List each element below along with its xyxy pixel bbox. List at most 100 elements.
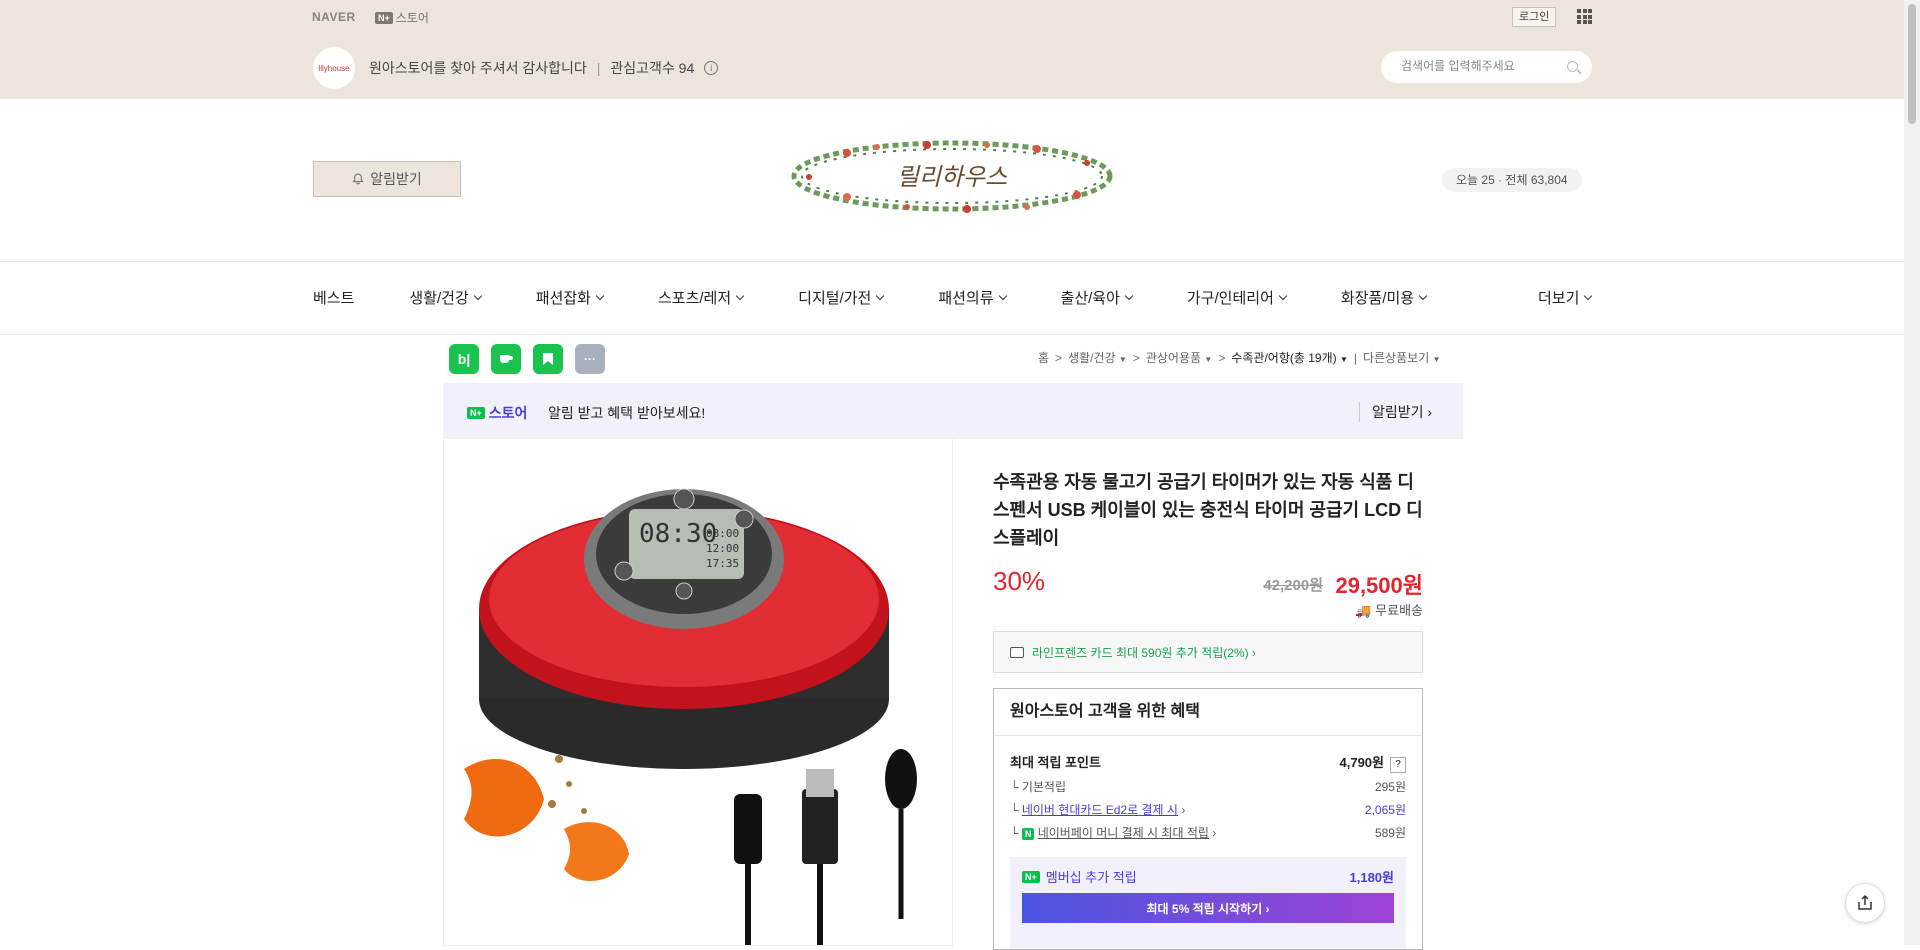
alarm-promo-banner: N+ 스토어 알림 받고 혜택 받아보세요! 알림받기 › [443, 383, 1463, 439]
card-points-link[interactable]: 네이버 현대카드 Ed2로 결제 시 [1022, 803, 1178, 817]
nav-divider [0, 334, 1904, 335]
store-avatar[interactable]: lilyhouse [313, 47, 355, 89]
login-button[interactable]: 로그인 [1512, 7, 1557, 27]
product-title: 수족관용 자동 물고기 공급기 타이머가 있는 자동 식품 디스펜서 USB 케… [993, 472, 1423, 548]
share-buttons: b| ··· [449, 344, 605, 374]
chevron-down-icon [1124, 291, 1134, 300]
store-avatar-text: lilyhouse [318, 63, 350, 73]
breadcrumb: 홈 > 생활/건강 ▼ > 관상어용품 ▼ > 수족관/어항(총 19개) ▼ | 다… [1038, 349, 1441, 366]
other-products-link[interactable]: 다른상품보기 ▼ [1363, 349, 1441, 366]
membership-value: 1,180원 [1349, 870, 1395, 885]
nav-item-sports[interactable]: 스포츠/레저 [658, 287, 745, 308]
naver-logo[interactable]: NAVER [312, 10, 356, 24]
chevron-down-icon [735, 291, 745, 300]
welcome-separator: | [596, 60, 601, 76]
store-logo-text: 릴리하우스 [897, 163, 1008, 191]
membership-start-button[interactable]: 최대 5% 적립 시작하기 › [1022, 893, 1394, 923]
promo-alarm-link[interactable]: 알림받기 › [1359, 402, 1432, 422]
app-grid-icon[interactable] [1577, 9, 1592, 24]
blog-share-button[interactable]: b| [449, 344, 479, 374]
more-share-button[interactable]: ··· [575, 344, 605, 374]
nav-item-beauty[interactable]: 화장품/미용 [1341, 287, 1428, 308]
bookmark-share-icon[interactable] [533, 344, 563, 374]
naver-top-bar: NAVER N+ 스토어 로그인 [0, 0, 1904, 33]
store-welcome: 원아스토어를 찾아 주셔서 감사합니다 | 관심고객수 94 i [369, 58, 719, 78]
store-header-band [0, 33, 1904, 99]
max-points-label: 최대 적립 포인트 [1010, 755, 1101, 770]
card-benefit-link[interactable]: 라인프렌즈 카드 최대 590원 추가 적립(2%) › [993, 631, 1423, 673]
nav-item-furniture[interactable]: 가구/인테리어 [1187, 287, 1288, 308]
nav-item-best[interactable]: 베스트 [313, 287, 354, 308]
nplus-store-logo[interactable]: N+ 스토어 [375, 9, 429, 26]
sale-price: 29,500원 [1335, 573, 1423, 598]
breadcrumb-category-1[interactable]: 생활/건강 ▼ [1068, 349, 1127, 366]
product-detail: 수족관용 자동 물고기 공급기 타이머가 있는 자동 식품 디스펜서 USB 케… [993, 468, 1423, 950]
chevron-down-icon [1584, 291, 1593, 300]
scrollbar-thumb[interactable] [1908, 4, 1916, 124]
npay-points-link[interactable]: 네이버페이 머니 결제 시 최대 적립 [1038, 826, 1209, 840]
card-points-row: └ 네이버 현대카드 Ed2로 결제 시 › 2,065원 [1010, 803, 1406, 817]
npay-icon: N [1021, 828, 1035, 840]
price-row: 30% 42,200원 29,500원 [993, 566, 1423, 606]
store-logo[interactable]: 릴리하우스 [787, 133, 1117, 219]
header-divider [0, 261, 1904, 262]
npay-points-value: 589원 [1374, 826, 1406, 840]
product-image[interactable]: 08:30 08:00 12:00 17:35 [443, 439, 953, 946]
credit-card-icon [1010, 646, 1024, 658]
nav-item-baby[interactable]: 출산/육아 [1061, 287, 1134, 308]
max-points-row: 최대 적립 포인트 4,790원? [1010, 752, 1406, 773]
basic-points-row: └ 기본적립 295원 [1010, 780, 1406, 794]
nav-item-clothing[interactable]: 패션의류 [938, 287, 1007, 308]
benefits-title: 원아스토어 고객을 위한 혜택 [994, 689, 1422, 736]
search-icon[interactable] [1567, 61, 1578, 72]
bell-icon [352, 173, 364, 185]
cafe-share-icon[interactable] [491, 344, 521, 374]
alarm-label: 알림받기 [370, 171, 422, 187]
card-points-value: 2,065원 [1364, 803, 1406, 817]
discount-rate: 30% [993, 566, 1046, 596]
nav-item-living-health[interactable]: 생활/건강 [409, 287, 483, 308]
max-points-value: 4,790원 [1339, 755, 1385, 770]
nplus-mark: N+ [375, 11, 393, 24]
breadcrumb-category-2[interactable]: 관상어용품 ▼ [1146, 349, 1212, 366]
chevron-down-icon [473, 291, 483, 300]
lcd-time-3: 12:00 [706, 542, 739, 555]
store-label: 스토어 [395, 11, 429, 25]
nplus-mark: N+ [467, 407, 485, 419]
membership-box: N+ 멤버십 추가 적립 1,180원 최대 5% 적립 시작하기 › [1010, 857, 1406, 949]
chevron-down-icon [595, 291, 605, 300]
basic-points-value: 295원 [1374, 780, 1406, 794]
info-icon[interactable]: i [704, 61, 719, 75]
membership-label: N+ 멤버십 추가 적립 [1022, 867, 1137, 886]
npay-points-row: └ N 네이버페이 머니 결제 시 최대 적립 › 589원 [1010, 826, 1406, 840]
alarm-button[interactable]: 알림받기 [313, 161, 461, 197]
scrollbar[interactable] [1904, 0, 1920, 945]
nav-more[interactable]: 더보기 [1538, 287, 1593, 308]
follower-count: 관심고객수 94 [610, 60, 695, 76]
original-price: 42,200원 [1263, 577, 1323, 594]
nplus-mark: N+ [1022, 870, 1040, 883]
breadcrumb-category-3[interactable]: 수족관/어항(총 19개) ▼ [1231, 349, 1348, 366]
promo-store-label: 스토어 [488, 405, 528, 421]
store-search[interactable] [1381, 51, 1592, 83]
nplus-store-logo: N+ 스토어 [467, 403, 527, 423]
share-icon [1858, 894, 1872, 910]
chevron-down-icon [998, 291, 1007, 300]
basic-points-label: 기본적립 [1021, 780, 1067, 794]
welcome-text: 원아스토어를 찾아 주셔서 감사합니다 [369, 60, 587, 76]
visitor-count: 오늘 25 · 전체 63,804 [1442, 168, 1582, 192]
chevron-down-icon [1418, 291, 1428, 300]
nav-item-digital[interactable]: 디지털/가전 [798, 287, 885, 308]
product-photo: 08:30 08:00 12:00 17:35 [464, 488, 917, 945]
chevron-down-icon [1278, 291, 1288, 300]
lcd-time-2: 08:00 [706, 527, 739, 540]
customer-benefits-box: 원아스토어 고객을 위한 혜택 최대 적립 포인트 4,790원? └ 기본적립… [993, 688, 1423, 950]
lcd-time-4: 17:35 [706, 557, 739, 570]
breadcrumb-home[interactable]: 홈 [1038, 349, 1049, 366]
help-icon[interactable]: ? [1390, 757, 1406, 773]
category-nav: 베스트 생활/건강 패션잡화 스포츠/레저 디지털/가전 패션의류 출산/육아 … [313, 287, 1593, 308]
share-float-button[interactable] [1845, 883, 1885, 923]
search-input[interactable] [1399, 58, 1563, 74]
promo-message: 알림 받고 혜택 받아보세요! [548, 405, 706, 421]
nav-item-fashion-goods[interactable]: 패션잡화 [536, 287, 605, 308]
